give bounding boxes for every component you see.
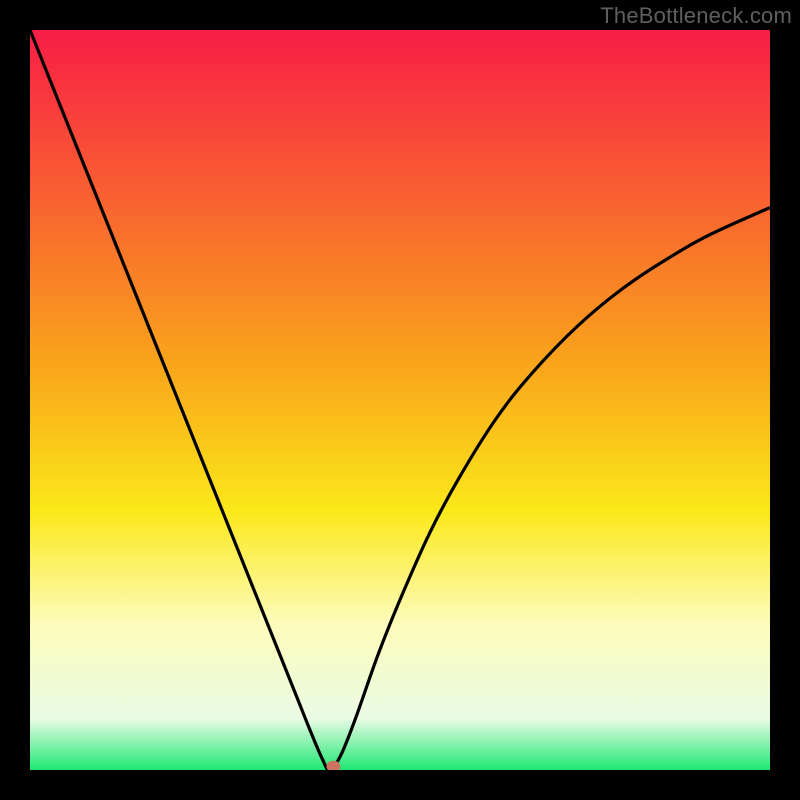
gradient-background [30,30,770,770]
plot-area [30,30,770,770]
plot-svg [30,30,770,770]
watermark-text: TheBottleneck.com [600,3,792,29]
chart-frame: TheBottleneck.com [0,0,800,800]
